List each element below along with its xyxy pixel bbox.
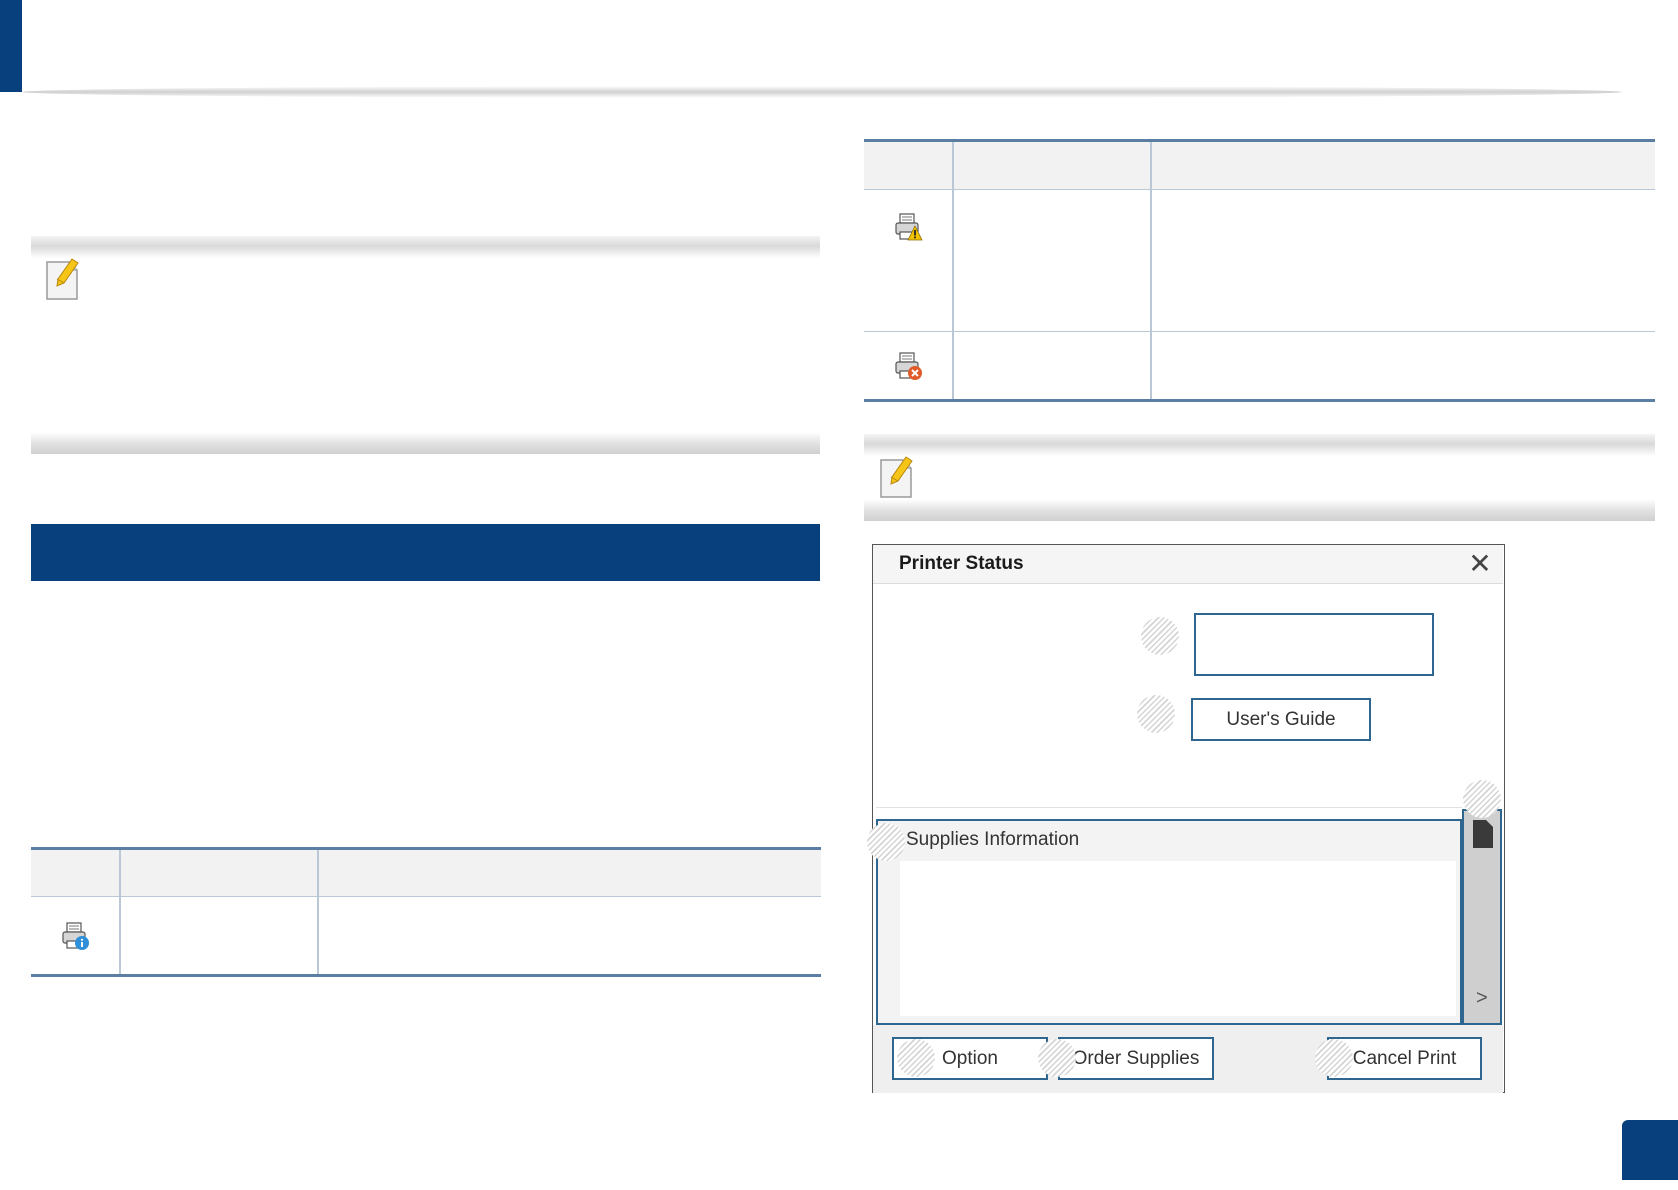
toner-cartridge-icon: [1472, 819, 1494, 854]
table-cell: [317, 896, 821, 976]
close-icon[interactable]: ✕: [1463, 547, 1497, 581]
table-row: [31, 896, 821, 976]
table-cell: [952, 331, 1151, 401]
table-cell: [1150, 189, 1655, 332]
dialog-title: Printer Status: [899, 553, 1024, 574]
callout-marker: [1137, 695, 1175, 733]
status-display-box: [1194, 613, 1434, 676]
header-accent-tab: [0, 0, 22, 92]
section-divider: [876, 807, 1462, 808]
callout-marker: [897, 1039, 935, 1077]
dialog-button-bar: Option Order Supplies Cancel Print: [873, 1025, 1503, 1093]
table-cell: [31, 897, 120, 976]
table-cell: [952, 189, 1151, 332]
dialog-title-bar: Printer Status ✕: [873, 545, 1503, 584]
table-header-cell: [1150, 140, 1655, 190]
order-supplies-button[interactable]: Order Supplies: [1058, 1037, 1214, 1080]
users-guide-button[interactable]: User's Guide: [1191, 698, 1371, 741]
printer-info-icon: [31, 921, 119, 951]
table-header-cell: [952, 140, 1151, 190]
header-divider: [22, 86, 1622, 98]
note-pencil-icon: [44, 258, 84, 302]
printer-status-dialog: Printer Status ✕ User's Guide Supplies I…: [867, 544, 1505, 1093]
note-pencil-icon: [878, 456, 918, 500]
note-bottom-bar: [31, 432, 820, 454]
table-cell: [119, 896, 318, 976]
table-row: [864, 331, 1655, 401]
callout-marker: [1315, 1039, 1353, 1077]
chevron-right-icon[interactable]: >: [1476, 987, 1488, 1010]
supplies-content: [900, 861, 1456, 1016]
status-table-left: [31, 847, 821, 977]
table-header-cell: [119, 848, 318, 897]
status-table-right: [864, 139, 1655, 402]
printer-error-icon: [864, 351, 952, 381]
note-top-bar: [864, 434, 1655, 456]
supplies-title: Supplies Information: [906, 829, 1080, 850]
callout-marker: [1141, 617, 1179, 655]
note-top-bar: [31, 236, 820, 258]
table-header-cell: [864, 140, 953, 190]
table-cell: [1150, 331, 1655, 401]
section-banner: [31, 524, 820, 581]
table-header-cell: [317, 848, 821, 897]
note-bottom-bar: [864, 499, 1655, 521]
table-row: [864, 189, 1655, 332]
table-cell: [864, 331, 953, 401]
table-header-cell: [31, 848, 120, 897]
printer-warning-icon: [864, 212, 952, 242]
supplies-panel: Supplies Information: [876, 819, 1462, 1025]
callout-marker: [867, 823, 905, 861]
callout-marker: [1038, 1039, 1076, 1077]
table-cell: [864, 190, 953, 332]
page-number-tab: [1622, 1120, 1678, 1180]
callout-marker: [1463, 780, 1501, 818]
supplies-sidebar[interactable]: >: [1462, 809, 1502, 1025]
